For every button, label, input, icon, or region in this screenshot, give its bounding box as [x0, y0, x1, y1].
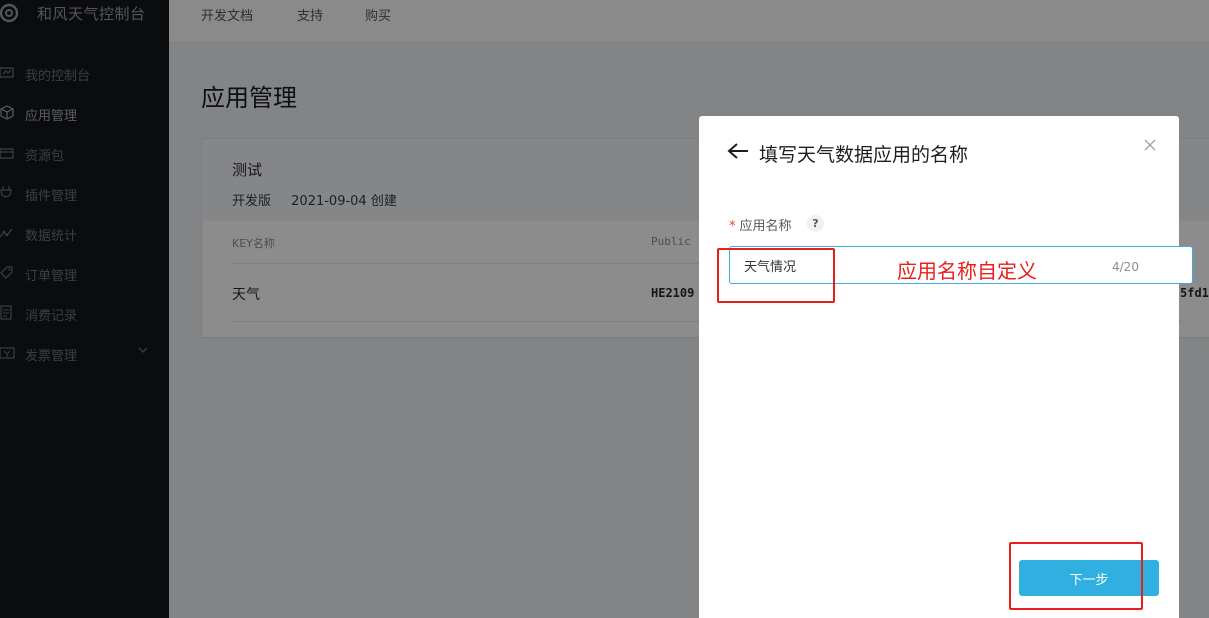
annotation-text: 应用名称自定义 — [897, 259, 1037, 283]
app-name-label: * 应用名称 — [729, 215, 792, 234]
close-icon[interactable] — [1143, 138, 1157, 152]
annotation-box-input — [717, 248, 835, 303]
help-icon[interactable]: ? — [807, 215, 824, 232]
back-arrow-icon[interactable] — [727, 142, 749, 160]
field-label-text: 应用名称 — [739, 219, 792, 234]
create-app-modal: 填写天气数据应用的名称 *应用名称 ? 4/20 应用名称自定义 下一步 — [699, 116, 1193, 618]
annotation-box-button — [1009, 542, 1143, 610]
char-counter: 4/20 — [1112, 260, 1139, 274]
required-mark: * — [729, 219, 736, 234]
modal-title: 填写天气数据应用的名称 — [759, 144, 969, 166]
